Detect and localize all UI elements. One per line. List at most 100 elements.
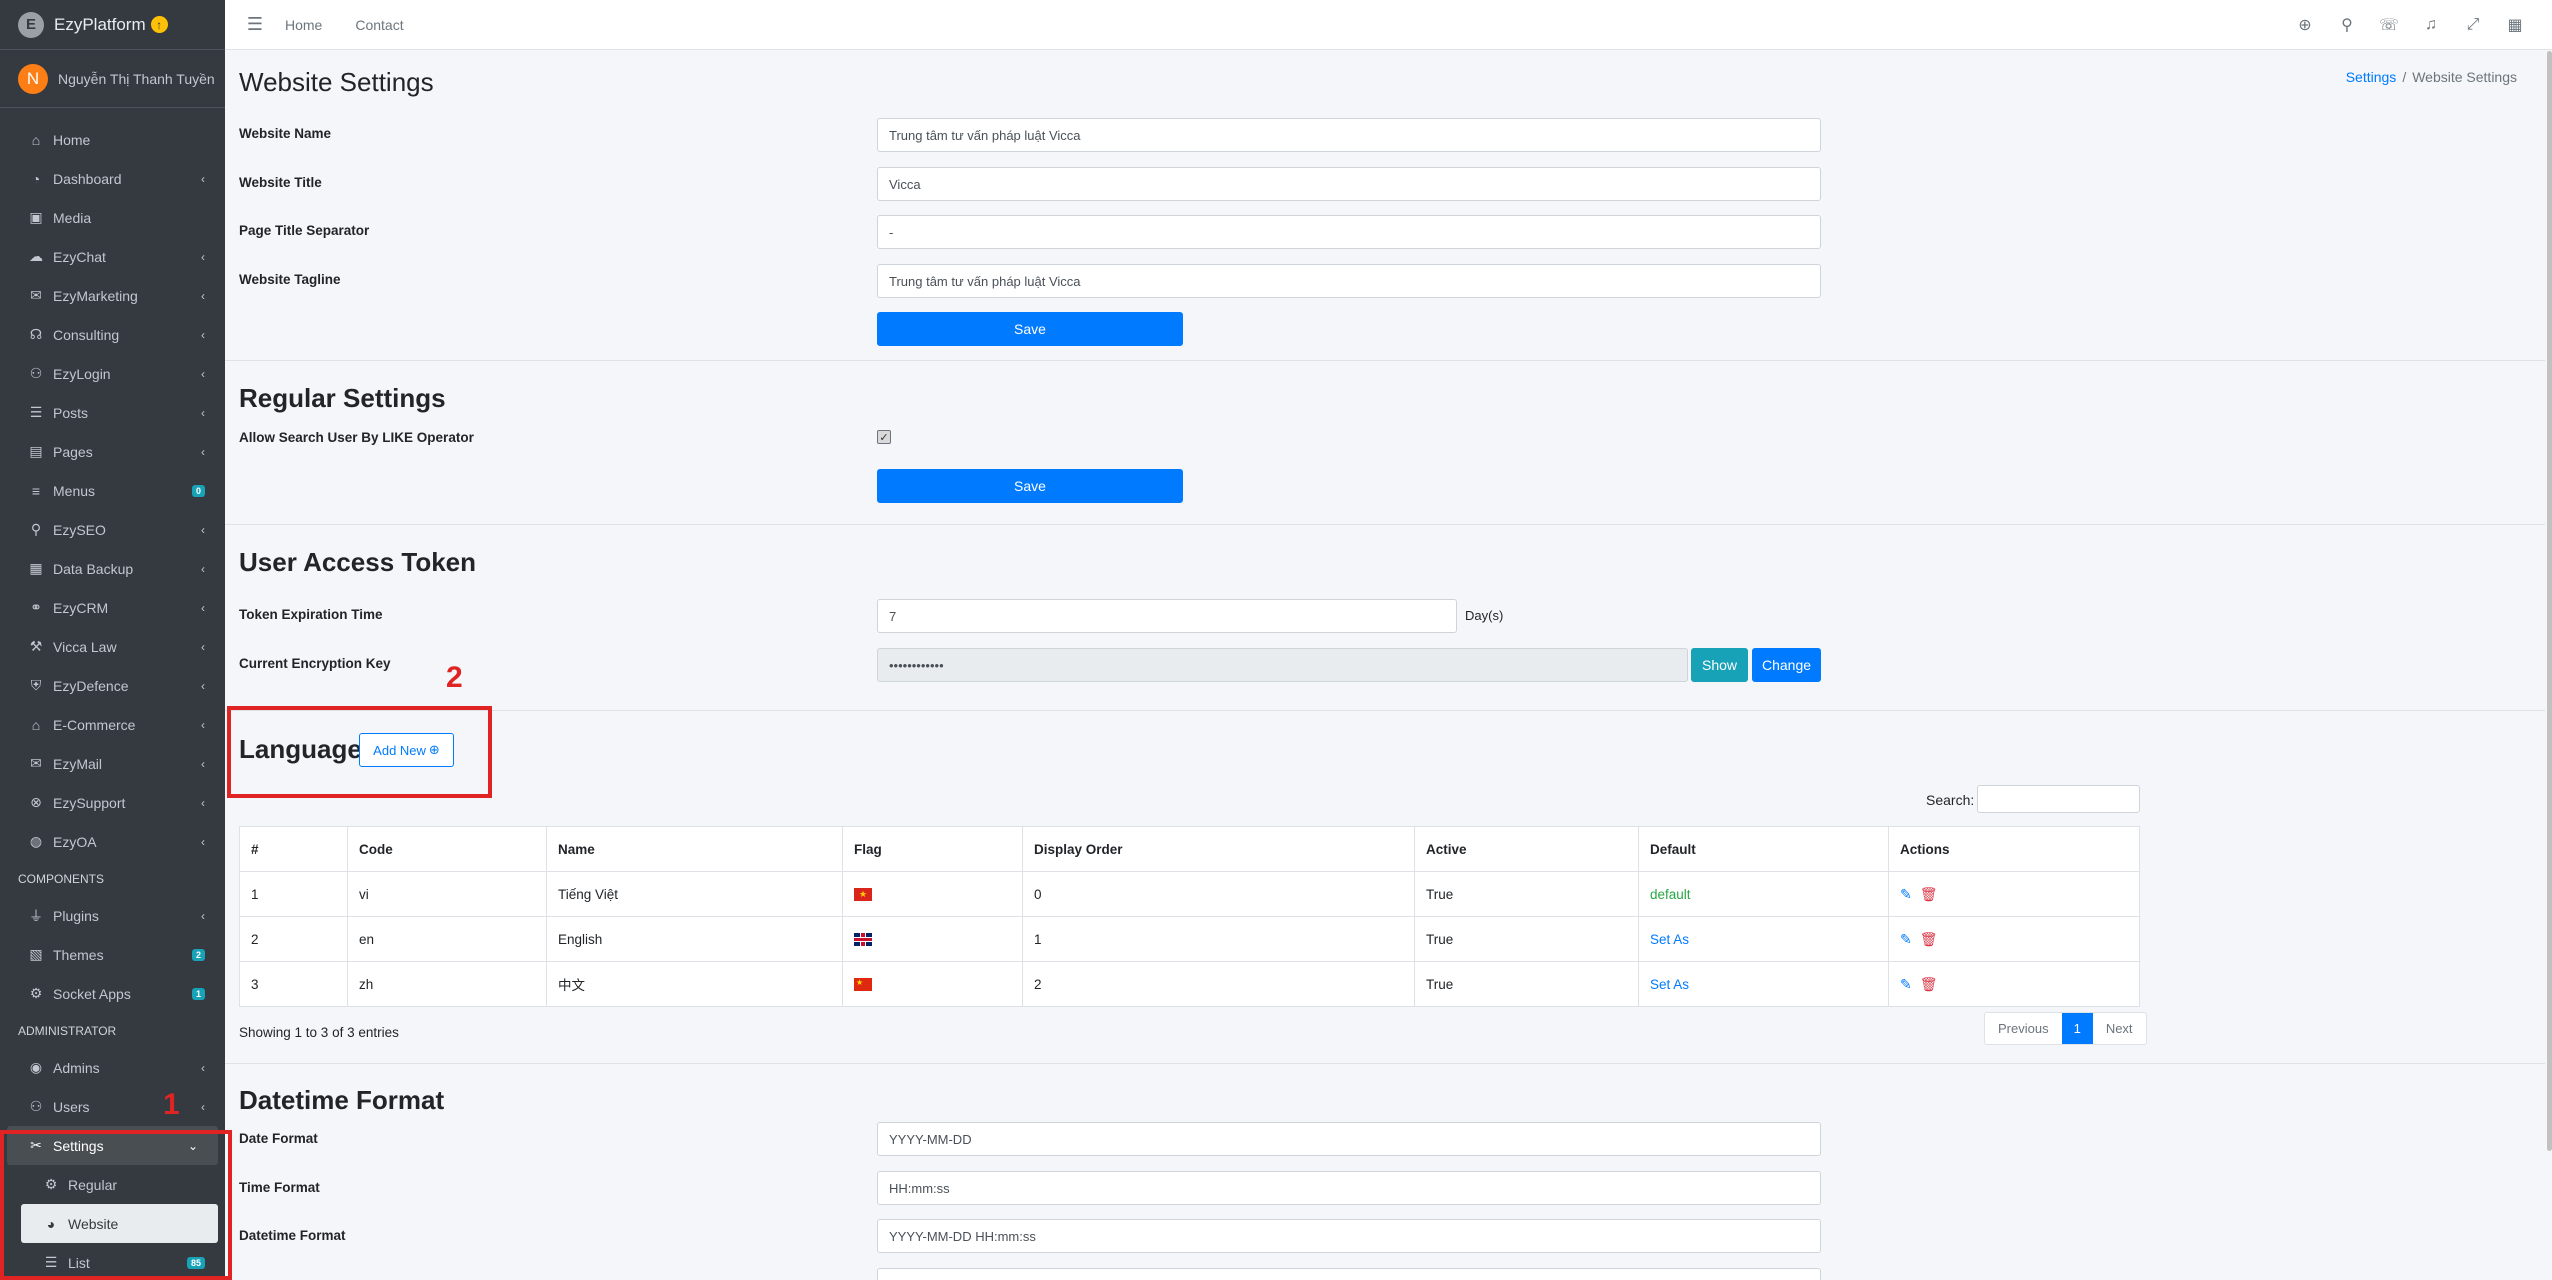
sidebar-item-media[interactable]: ▣ Media [0, 198, 225, 237]
messages-icon[interactable]: ☏ [2368, 15, 2410, 35]
annotation-number-2: 2 [446, 661, 463, 694]
sidebar-item-admins[interactable]: ◉ Admins ‹ [0, 1048, 225, 1087]
sidebar-item-ezymail[interactable]: ✉ EzyMail ‹ [0, 744, 225, 783]
sidebar-item-themes[interactable]: ▧ Themes 2 [0, 935, 225, 974]
ezymarketing-icon: ✉ [30, 287, 42, 303]
delete-icon[interactable]: 🗑 [1920, 931, 1938, 947]
sidebar-item-label: Media [53, 209, 92, 226]
sidebar-item-home[interactable]: ⌂ Home [0, 120, 225, 159]
menu-toggle-icon[interactable]: ☰ [225, 14, 285, 35]
sidebar-item-ezycrm[interactable]: ⚭ EzyCRM ‹ [0, 588, 225, 627]
language-globe-icon[interactable]: ⊕ [2284, 15, 2326, 35]
sidebar-item-ezysupport[interactable]: ⊗ EzySupport ‹ [0, 783, 225, 822]
sidebar-item-plugins[interactable]: ⏚ Plugins ‹ [0, 896, 225, 935]
chevron-icon: ‹ [201, 908, 205, 923]
token-expiration-input[interactable]: 7 [877, 599, 1457, 633]
sidebar-subitem-website[interactable]: ◕ Website [21, 1204, 218, 1243]
set-as-default-link[interactable]: Set As [1650, 932, 1689, 947]
date-format-input[interactable]: YYYY-MM-DD [877, 1122, 1821, 1156]
pagination-page-1[interactable]: 1 [2061, 1013, 2093, 1044]
next-format-input[interactable] [877, 1268, 1821, 1280]
sidebar-item-label: Menus [53, 482, 96, 499]
sidebar-item-posts[interactable]: ☰ Posts ‹ [0, 393, 225, 432]
consulting-icon: ☊ [29, 326, 43, 342]
delete-icon[interactable]: 🗑 [1920, 976, 1938, 992]
pagination-next[interactable]: Next [2093, 1013, 2146, 1044]
table-search-input[interactable] [1977, 785, 2140, 813]
col-flag[interactable]: Flag [842, 826, 1023, 872]
chevron-icon: ‹ [201, 288, 205, 303]
cell-code: en [347, 916, 547, 962]
apps-grid-icon[interactable]: ▦ [2494, 15, 2536, 35]
sidebar-item-socket-apps[interactable]: ⚙ Socket Apps 1 [0, 974, 225, 1013]
cell-actions: ✎ 🗑 [1888, 871, 2140, 917]
brand-link[interactable]: E EzyPlatform ↑ [0, 0, 225, 50]
cell-number: 1 [239, 871, 348, 917]
col-active[interactable]: Active [1414, 826, 1639, 872]
plus-circle-icon: ⊕ [428, 742, 440, 757]
sidebar-item-data-backup[interactable]: ▦ Data Backup ‹ [0, 549, 225, 588]
sidebar-item-ezymarketing[interactable]: ✉ EzyMarketing ‹ [0, 276, 225, 315]
sidebar-item-e-commerce[interactable]: ⌂ E-Commerce ‹ [0, 705, 225, 744]
sidebar-item-pages[interactable]: ▤ Pages ‹ [0, 432, 225, 471]
website-tagline-label: Website Tagline [239, 272, 341, 287]
sidebar-item-dashboard[interactable]: ◔ Dashboard ‹ [0, 159, 225, 198]
col-number[interactable]: # [239, 826, 348, 872]
sidebar-item-ezychat[interactable]: ☁ EzyChat ‹ [0, 237, 225, 276]
top-link-contact[interactable]: Contact [355, 17, 403, 33]
add-new-language-button[interactable]: Add New ⊕ [359, 733, 454, 767]
edit-icon[interactable]: ✎ [1900, 976, 1912, 992]
sidebar-item-menus[interactable]: ≡ Menus 0 [0, 471, 225, 510]
website-name-input[interactable]: Trung tâm tư vấn pháp luật Vicca [877, 118, 1821, 152]
ezydefence-icon: ⛨ [30, 677, 42, 693]
change-key-button[interactable]: Change [1752, 648, 1821, 682]
website-title-input[interactable]: Vicca [877, 167, 1821, 201]
delete-icon[interactable]: 🗑 [1920, 886, 1938, 902]
cell-display-order: 1 [1022, 916, 1415, 962]
like-operator-checkbox[interactable]: ✓ [877, 430, 891, 444]
user-name: Nguyễn Thị Thanh Tuyền [58, 70, 215, 87]
sidebar-item-vicca-law[interactable]: ⚒ Vicca Law ‹ [0, 627, 225, 666]
sidebar-subitem-list[interactable]: ☰ List 85 [0, 1243, 225, 1280]
col-display-order[interactable]: Display Order [1022, 826, 1415, 872]
sidebar-item-label: List [68, 1254, 90, 1271]
sidebar-item-settings[interactable]: ✂ Settings ⌄ [7, 1126, 218, 1165]
website-tagline-input[interactable]: Trung tâm tư vấn pháp luật Vicca [877, 264, 1821, 298]
regular-save-button[interactable]: Save [877, 469, 1183, 503]
sidebar-item-label: Plugins [53, 907, 99, 924]
set-as-default-link[interactable]: Set As [1650, 977, 1689, 992]
user-panel[interactable]: N Nguyễn Thị Thanh Tuyền [0, 50, 225, 108]
search-icon[interactable]: ⚲ [2326, 15, 2368, 35]
page-scrollbar[interactable] [2547, 51, 2552, 1151]
pagination-previous[interactable]: Previous [1985, 1013, 2062, 1044]
sidebar-item-ezyoa[interactable]: ◍ EzyOA ‹ [0, 822, 225, 861]
edit-icon[interactable]: ✎ [1900, 931, 1912, 947]
col-default[interactable]: Default [1638, 826, 1889, 872]
breadcrumb-settings-link[interactable]: Settings [2346, 69, 2397, 85]
col-code[interactable]: Code [347, 826, 547, 872]
top-navbar: ☰ Home Contact ⊕ ⚲ ☏ ♫ ⤢ ▦ [225, 0, 2552, 50]
sidebar-item-users[interactable]: ⚇ Users ‹ [0, 1087, 225, 1126]
fullscreen-icon[interactable]: ⤢ [2452, 16, 2494, 34]
time-format-input[interactable]: HH:mm:ss [877, 1171, 1821, 1205]
sidebar-item-label: Vicca Law [53, 638, 117, 655]
sidebar-item-ezydefence[interactable]: ⛨ EzyDefence ‹ [0, 666, 225, 705]
settings-icon: ✂ [30, 1137, 42, 1153]
website-save-button[interactable]: Save [877, 312, 1183, 346]
edit-icon[interactable]: ✎ [1900, 886, 1912, 902]
top-link-home[interactable]: Home [285, 17, 322, 33]
datetime-format-input[interactable]: YYYY-MM-DD HH:mm:ss [877, 1219, 1821, 1253]
default-label: default [1650, 886, 1691, 902]
ezysupport-icon: ⊗ [30, 794, 42, 810]
sidebar-item-consulting[interactable]: ☊ Consulting ‹ [0, 315, 225, 354]
sidebar-item-ezyseo[interactable]: ⚲ EzySEO ‹ [0, 510, 225, 549]
col-name[interactable]: Name [546, 826, 843, 872]
cell-name: Tiếng Việt [546, 871, 843, 917]
notifications-bell-icon[interactable]: ♫ [2410, 16, 2452, 34]
show-key-button[interactable]: Show [1691, 648, 1748, 682]
page-title-separator-input[interactable]: - [877, 215, 1821, 249]
sidebar-item-ezylogin[interactable]: ⚇ EzyLogin ‹ [0, 354, 225, 393]
table-row: 2 en English 1 True Set As ✎ 🗑 [239, 916, 2140, 962]
sidebar-subitem-regular[interactable]: ⚙ Regular [0, 1165, 225, 1204]
pages-icon: ▤ [29, 443, 43, 459]
